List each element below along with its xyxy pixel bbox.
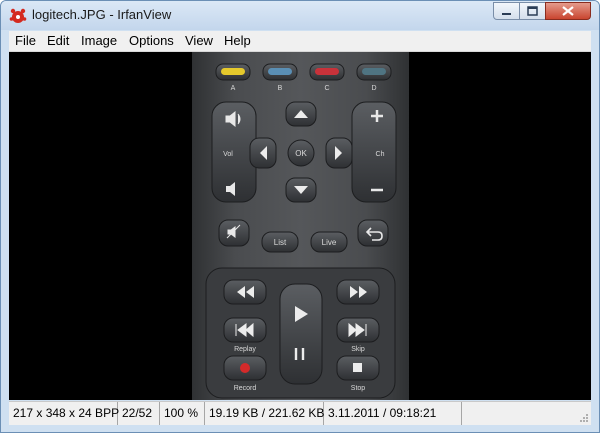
mute-button xyxy=(218,219,250,247)
irfanview-app-icon xyxy=(9,8,27,23)
volume-rocker: Vol xyxy=(211,101,257,203)
color-button-a: A xyxy=(215,63,251,92)
maximize-button[interactable] xyxy=(519,2,546,20)
color-button-a-label: A xyxy=(231,85,236,92)
close-button[interactable] xyxy=(545,2,591,20)
back-button xyxy=(357,219,389,247)
color-button-a-fill xyxy=(221,68,245,75)
record-label: Record xyxy=(234,385,257,392)
list-label: List xyxy=(274,238,287,247)
status-dimensions: 217 x 348 x 24 BPP xyxy=(9,402,119,425)
record-icon xyxy=(240,363,250,373)
remote-control-image: A B C D Vol Ch OK List Live Replay Skip … xyxy=(192,52,409,400)
menu-bar: File Edit Image Options View Help xyxy=(9,31,591,52)
status-datetime: 3.11.2011 / 09:18:21 xyxy=(324,402,462,425)
status-zoom: 100 % xyxy=(160,402,205,425)
fast-forward-button xyxy=(336,279,380,305)
dpad: OK xyxy=(249,101,353,203)
menu-help[interactable]: Help xyxy=(224,33,251,48)
status-file-size: 19.19 KB / 221.62 KB xyxy=(205,402,324,425)
image-viewport[interactable]: A B C D Vol Ch OK List Live Replay Skip … xyxy=(9,52,591,400)
play-pause-button xyxy=(279,283,323,385)
channel-rocker: Ch xyxy=(351,101,397,203)
color-button-d: D xyxy=(356,63,392,92)
window-title: logitech.JPG - IrfanView xyxy=(32,7,172,22)
menu-view[interactable]: View xyxy=(185,33,213,48)
skip-label: Skip xyxy=(351,346,365,353)
replay-label: Replay xyxy=(234,346,256,353)
live-button: Live xyxy=(310,231,348,253)
menu-file[interactable]: File xyxy=(15,33,36,48)
channel-label: Ch xyxy=(376,151,385,158)
resize-grip-icon[interactable] xyxy=(579,413,589,423)
color-button-b-label: B xyxy=(278,85,283,92)
stop-label: Stop xyxy=(351,385,366,392)
close-icon xyxy=(562,6,574,16)
list-button: List xyxy=(261,231,299,253)
status-bar: 217 x 348 x 24 BPP 22/52 100 % 19.19 KB … xyxy=(9,401,591,425)
ok-label: OK xyxy=(295,149,307,158)
color-button-d-label: D xyxy=(371,85,376,92)
remote-control-drawing: A B C D Vol Ch OK List Live Replay Skip … xyxy=(205,63,397,399)
title-bar[interactable]: logitech.JPG - IrfanView xyxy=(1,1,599,30)
color-button-d-fill xyxy=(362,68,386,75)
volume-label: Vol xyxy=(223,151,233,158)
stop-icon xyxy=(353,363,362,372)
color-button-b: B xyxy=(262,63,298,92)
irfanview-window: logitech.JPG - IrfanView File Edit Image… xyxy=(0,0,600,433)
color-button-c-fill xyxy=(315,68,339,75)
color-button-c: C xyxy=(309,63,345,92)
minimize-icon xyxy=(502,13,511,15)
color-button-b-fill xyxy=(268,68,292,75)
maximize-icon xyxy=(527,6,538,16)
menu-edit[interactable]: Edit xyxy=(47,33,69,48)
status-index: 22/52 xyxy=(118,402,160,425)
minimize-button[interactable] xyxy=(493,2,520,20)
color-button-c-label: C xyxy=(324,85,329,92)
live-label: Live xyxy=(322,238,337,247)
menu-options[interactable]: Options xyxy=(129,33,174,48)
menu-image[interactable]: Image xyxy=(81,33,117,48)
rewind-button xyxy=(223,279,267,305)
